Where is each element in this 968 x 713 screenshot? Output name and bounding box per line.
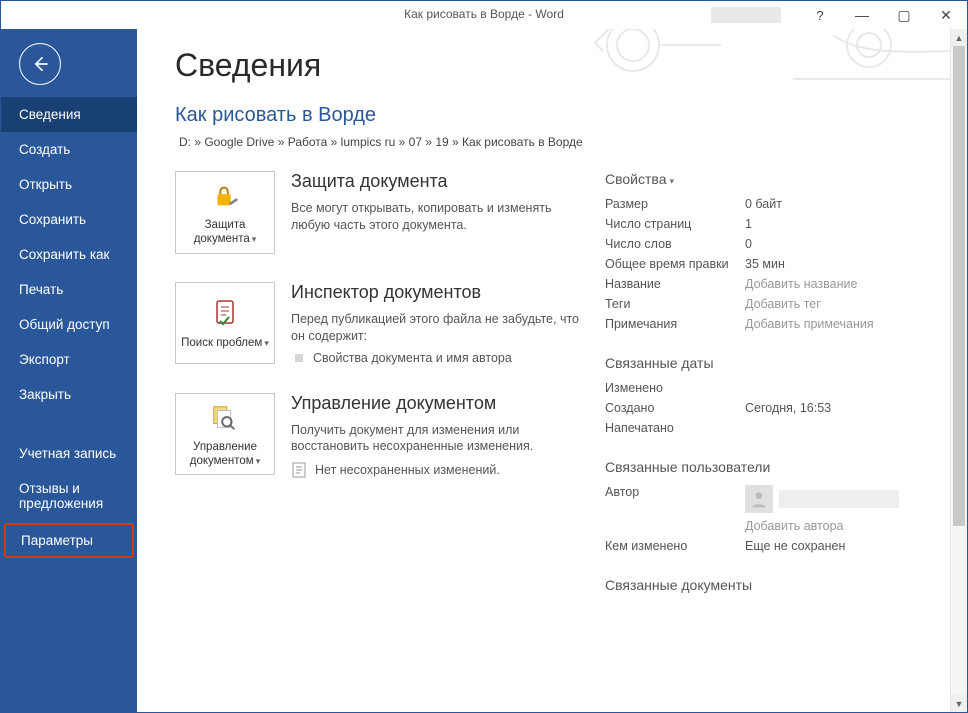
manage-status: Нет несохраненных изменений. [291, 461, 591, 479]
scroll-down-button[interactable]: ▼ [951, 695, 967, 712]
property-label: Размер [605, 197, 745, 211]
author-label: Автор [605, 485, 745, 513]
properties-header[interactable]: Свойства▾ [605, 171, 925, 187]
sidebar-item-feedback[interactable]: Отзывы и предложения [1, 471, 137, 521]
sidebar-item-new[interactable]: Создать [1, 132, 137, 167]
date-value: Сегодня, 16:53 [745, 401, 831, 415]
scrollbar-thumb[interactable] [953, 46, 965, 526]
document-title: Как рисовать в Ворде [175, 104, 937, 127]
modified-by-value: Еще не сохранен [745, 539, 845, 553]
property-row: Общее время правки35 мин [605, 257, 925, 271]
help-button[interactable]: ? [799, 2, 841, 28]
property-value[interactable]: Добавить название [745, 277, 857, 291]
property-row: ТегиДобавить тег [605, 297, 925, 311]
maximize-button[interactable]: ▢ [883, 2, 925, 28]
property-value[interactable]: Добавить примечания [745, 317, 874, 331]
sidebar-item-save[interactable]: Сохранить [1, 202, 137, 237]
sidebar-item-info[interactable]: Сведения [1, 97, 137, 132]
sidebar-item-close[interactable]: Закрыть [1, 377, 137, 412]
backstage-sidebar: Сведения Создать Открыть Сохранить Сохра… [1, 29, 137, 712]
breadcrumb: D: » Google Drive » Работа » lumpics ru … [175, 135, 937, 149]
inspect-bullet: Свойства документа и имя автора [291, 351, 591, 365]
property-row: Число слов0 [605, 237, 925, 251]
inspect-desc: Перед публикацией этого файла не забудьт… [291, 311, 591, 345]
property-label: Примечания [605, 317, 745, 331]
manage-title: Управление документом [291, 393, 591, 414]
page-heading: Сведения [175, 47, 937, 84]
check-issues-button[interactable]: Поиск проблем▾ [175, 282, 275, 364]
sidebar-item-saveas[interactable]: Сохранить как [1, 237, 137, 272]
manage-button-label: Управление документом [190, 441, 257, 467]
date-row: Напечатано [605, 421, 925, 435]
related-people-heading: Связанные пользователи [605, 459, 925, 475]
document-check-icon [211, 298, 239, 330]
vertical-scrollbar[interactable]: ▲ ▼ [950, 29, 967, 712]
titlebar: Как рисовать в Ворде - Word ? — ▢ ✕ [1, 1, 967, 29]
property-row: Размер0 байт [605, 197, 925, 211]
property-value: 1 [745, 217, 752, 231]
minimize-button[interactable]: — [841, 2, 883, 28]
property-value[interactable]: Добавить тег [745, 297, 821, 311]
property-value: 0 байт [745, 197, 782, 211]
sidebar-item-options[interactable]: Параметры [4, 523, 134, 558]
sidebar-item-export[interactable]: Экспорт [1, 342, 137, 377]
date-row: СозданоСегодня, 16:53 [605, 401, 925, 415]
property-label: Название [605, 277, 745, 291]
add-author-link[interactable]: Добавить автора [745, 519, 843, 533]
sidebar-item-open[interactable]: Открыть [1, 167, 137, 202]
property-value: 35 мин [745, 257, 785, 271]
avatar-icon [745, 485, 773, 513]
property-label: Число слов [605, 237, 745, 251]
lock-icon [210, 180, 240, 212]
property-label: Число страниц [605, 217, 745, 231]
user-account-box[interactable] [711, 7, 781, 23]
protect-desc: Все могут открывать, копировать и изменя… [291, 200, 591, 234]
protect-button-label: Защита документа [194, 219, 250, 245]
property-row: НазваниеДобавить название [605, 277, 925, 291]
documents-search-icon [210, 402, 240, 434]
sidebar-item-account[interactable]: Учетная запись [1, 436, 137, 471]
content-area: Сведения Как рисовать в Ворде D: » Googl… [137, 29, 967, 712]
modified-by-label: Кем изменено [605, 539, 745, 553]
related-docs-heading: Связанные документы [605, 577, 925, 593]
property-label: Общее время правки [605, 257, 745, 271]
inspect-title: Инспектор документов [291, 282, 591, 303]
manage-desc: Получить документ для изменения или восс… [291, 422, 591, 456]
date-label: Изменено [605, 381, 745, 395]
manage-document-button[interactable]: Управление документом▾ [175, 393, 275, 476]
protect-title: Защита документа [291, 171, 591, 192]
back-button[interactable] [19, 43, 61, 85]
date-label: Напечатано [605, 421, 745, 435]
date-label: Создано [605, 401, 745, 415]
sidebar-item-print[interactable]: Печать [1, 272, 137, 307]
author-value[interactable] [745, 485, 899, 513]
scroll-up-button[interactable]: ▲ [951, 29, 967, 46]
properties-panel: Свойства▾ Размер0 байтЧисло страниц1Числ… [605, 171, 925, 603]
date-row: Изменено [605, 381, 925, 395]
related-dates-heading: Связанные даты [605, 355, 925, 371]
property-label: Теги [605, 297, 745, 311]
property-row: Число страниц1 [605, 217, 925, 231]
property-value: 0 [745, 237, 752, 251]
protect-document-button[interactable]: Защита документа▾ [175, 171, 275, 254]
inspect-button-label: Поиск проблем [181, 337, 262, 349]
sidebar-item-share[interactable]: Общий доступ [1, 307, 137, 342]
property-row: ПримечанияДобавить примечания [605, 317, 925, 331]
close-button[interactable]: ✕ [925, 2, 967, 28]
